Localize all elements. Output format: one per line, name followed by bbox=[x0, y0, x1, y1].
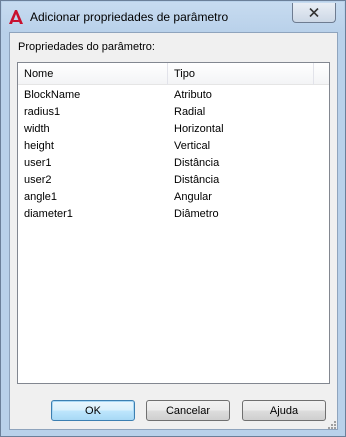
list-item[interactable]: user2 Distância bbox=[18, 172, 329, 189]
item-type: Vertical bbox=[174, 140, 211, 152]
ok-button[interactable]: OK bbox=[51, 400, 135, 421]
help-button[interactable]: Ajuda bbox=[242, 400, 326, 421]
item-type: Horizontal bbox=[174, 123, 224, 135]
column-header-name[interactable]: Nome bbox=[18, 63, 168, 85]
item-name: height bbox=[24, 140, 54, 152]
properties-label-text: Propriedades do parâmetro: bbox=[18, 41, 155, 53]
list-header: Nome Tipo bbox=[18, 63, 329, 85]
list-item[interactable]: diameter1 Diâmetro bbox=[18, 206, 329, 223]
parameter-properties-list[interactable]: Nome Tipo BlockName Atributo radius1 Rad… bbox=[17, 62, 330, 384]
cancel-button[interactable]: Cancelar bbox=[146, 400, 230, 421]
title-bar[interactable]: Adicionar propriedades de parâmetro bbox=[2, 2, 344, 32]
list-item[interactable]: radius1 Radial bbox=[18, 104, 329, 121]
autocad-a-icon bbox=[9, 10, 23, 24]
item-name: user2 bbox=[24, 174, 52, 186]
list-item[interactable]: width Horizontal bbox=[18, 121, 329, 138]
close-button[interactable] bbox=[292, 3, 336, 23]
close-icon bbox=[309, 8, 319, 17]
item-type: Angular bbox=[174, 191, 212, 203]
item-name: radius1 bbox=[24, 106, 61, 118]
list-item[interactable]: height Vertical bbox=[18, 138, 329, 155]
column-header-type[interactable]: Tipo bbox=[168, 63, 314, 85]
column-header-filler bbox=[314, 63, 329, 85]
properties-group-label: Propriedades do parâmetro: bbox=[18, 41, 155, 53]
item-type: Radial bbox=[174, 106, 206, 118]
item-name: BlockName bbox=[24, 89, 81, 101]
resize-grip-icon[interactable] bbox=[327, 420, 337, 430]
item-name: angle1 bbox=[24, 191, 58, 203]
list-item[interactable]: BlockName Atributo bbox=[18, 87, 329, 104]
item-name: width bbox=[24, 123, 50, 135]
window-title: Adicionar propriedades de parâmetro bbox=[30, 10, 229, 24]
item-type: Atributo bbox=[174, 89, 212, 101]
list-item[interactable]: angle1 Angular bbox=[18, 189, 329, 206]
list-body: BlockName Atributo radius1 Radial width … bbox=[18, 87, 329, 223]
item-name: diameter1 bbox=[24, 208, 73, 220]
item-type: Distância bbox=[174, 157, 220, 169]
item-type: Distância bbox=[174, 174, 220, 186]
dialog-client-area: Propriedades do parâmetro: Nome Tipo Blo… bbox=[9, 32, 338, 430]
item-type: Diâmetro bbox=[174, 208, 219, 220]
item-name: user1 bbox=[24, 157, 52, 169]
list-item[interactable]: user1 Distância bbox=[18, 155, 329, 172]
dialog-window: Adicionar propriedades de parâmetro Prop… bbox=[0, 0, 346, 437]
